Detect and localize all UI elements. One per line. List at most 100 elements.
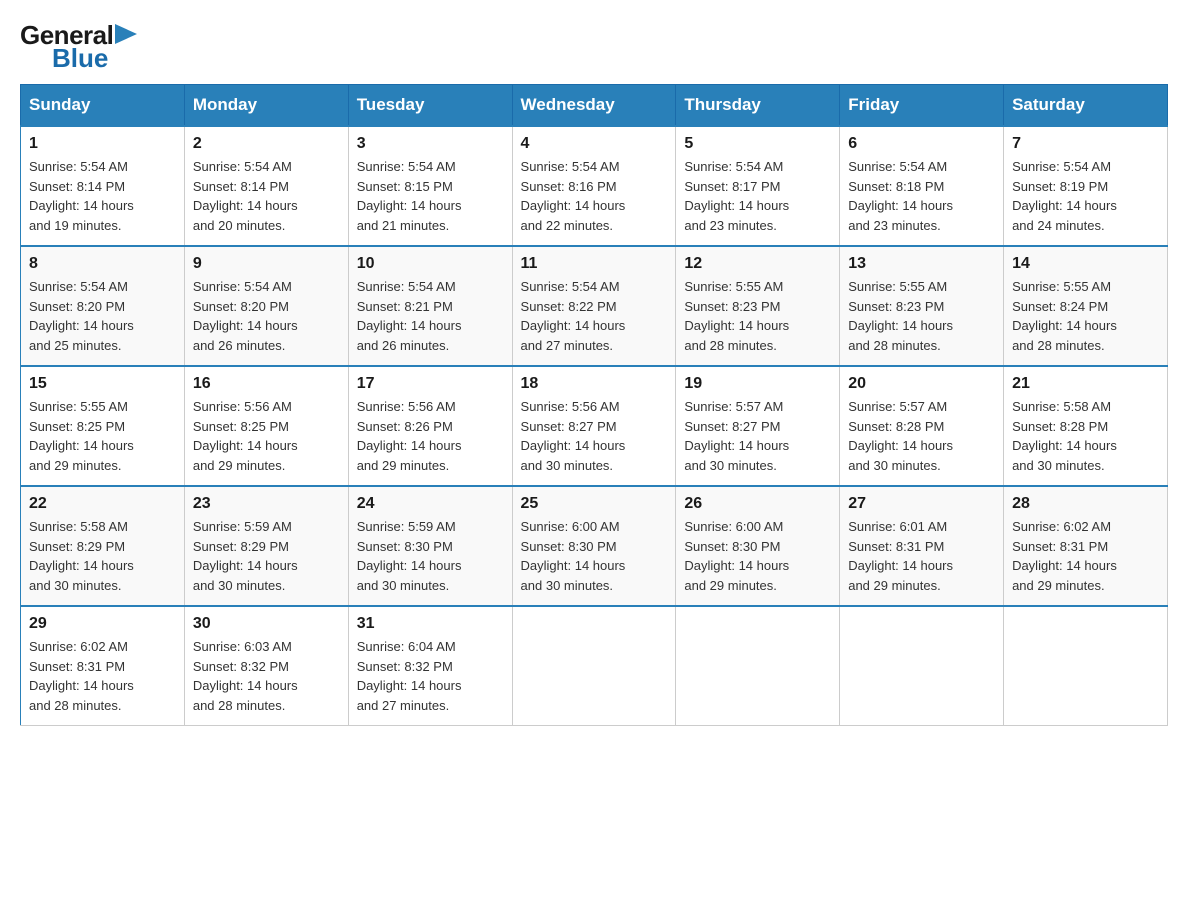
page-header: General Blue (20, 20, 1168, 74)
day-info: Sunrise: 5:55 AMSunset: 8:23 PMDaylight:… (848, 277, 995, 355)
day-info: Sunrise: 5:54 AMSunset: 8:20 PMDaylight:… (193, 277, 340, 355)
calendar-cell (1004, 606, 1168, 726)
day-number: 10 (357, 255, 504, 273)
calendar-week-row: 1 Sunrise: 5:54 AMSunset: 8:14 PMDaylight… (21, 126, 1168, 246)
column-header-saturday: Saturday (1004, 85, 1168, 127)
calendar-cell: 23 Sunrise: 5:59 AMSunset: 8:29 PMDayligh… (184, 486, 348, 606)
day-number: 5 (684, 135, 831, 153)
calendar-cell: 10 Sunrise: 5:54 AMSunset: 8:21 PMDayligh… (348, 246, 512, 366)
calendar-cell (676, 606, 840, 726)
calendar-cell: 21 Sunrise: 5:58 AMSunset: 8:28 PMDayligh… (1004, 366, 1168, 486)
day-info: Sunrise: 5:56 AMSunset: 8:25 PMDaylight:… (193, 397, 340, 475)
day-info: Sunrise: 6:01 AMSunset: 8:31 PMDaylight:… (848, 517, 995, 595)
column-header-tuesday: Tuesday (348, 85, 512, 127)
calendar-week-row: 8Sunrise: 5:54 AMSunset: 8:20 PMDaylight… (21, 246, 1168, 366)
day-number: 18 (521, 375, 668, 393)
calendar-cell: 31 Sunrise: 6:04 AMSunset: 8:32 PMDayligh… (348, 606, 512, 726)
calendar-week-row: 29 Sunrise: 6:02 AMSunset: 8:31 PMDayligh… (21, 606, 1168, 726)
day-info: Sunrise: 5:59 AMSunset: 8:29 PMDaylight:… (193, 517, 340, 595)
day-number: 26 (684, 495, 831, 513)
day-info: Sunrise: 6:04 AMSunset: 8:32 PMDaylight:… (357, 637, 504, 715)
day-number: 11 (521, 255, 668, 273)
calendar-cell: 13 Sunrise: 5:55 AMSunset: 8:23 PMDayligh… (840, 246, 1004, 366)
calendar-cell: 30 Sunrise: 6:03 AMSunset: 8:32 PMDayligh… (184, 606, 348, 726)
day-info: Sunrise: 5:54 AMSunset: 8:20 PMDaylight:… (29, 277, 176, 355)
day-number: 25 (521, 495, 668, 513)
day-number: 27 (848, 495, 995, 513)
column-header-friday: Friday (840, 85, 1004, 127)
day-number: 7 (1012, 135, 1159, 153)
column-header-sunday: Sunday (21, 85, 185, 127)
day-number: 4 (521, 135, 668, 153)
calendar-header-row: SundayMondayTuesdayWednesdayThursdayFrid… (21, 85, 1168, 127)
column-header-wednesday: Wednesday (512, 85, 676, 127)
day-number: 29 (29, 615, 176, 633)
day-number: 2 (193, 135, 340, 153)
day-number: 1 (29, 135, 176, 153)
day-number: 14 (1012, 255, 1159, 273)
day-number: 20 (848, 375, 995, 393)
calendar-cell: 19 Sunrise: 5:57 AMSunset: 8:27 PMDayligh… (676, 366, 840, 486)
day-number: 13 (848, 255, 995, 273)
calendar-cell (840, 606, 1004, 726)
day-number: 23 (193, 495, 340, 513)
day-info: Sunrise: 5:55 AMSunset: 8:23 PMDaylight:… (684, 277, 831, 355)
day-info: Sunrise: 5:54 AMSunset: 8:15 PMDaylight:… (357, 157, 504, 235)
calendar-cell: 3 Sunrise: 5:54 AMSunset: 8:15 PMDaylight… (348, 126, 512, 246)
day-number: 19 (684, 375, 831, 393)
logo-blue-text: Blue (52, 43, 108, 74)
day-info: Sunrise: 5:55 AMSunset: 8:25 PMDaylight:… (29, 397, 176, 475)
column-header-monday: Monday (184, 85, 348, 127)
day-info: Sunrise: 6:00 AMSunset: 8:30 PMDaylight:… (684, 517, 831, 595)
day-info: Sunrise: 5:56 AMSunset: 8:26 PMDaylight:… (357, 397, 504, 475)
day-info: Sunrise: 5:54 AMSunset: 8:19 PMDaylight:… (1012, 157, 1159, 235)
day-number: 12 (684, 255, 831, 273)
day-info: Sunrise: 5:54 AMSunset: 8:14 PMDaylight:… (193, 157, 340, 235)
calendar-cell: 25 Sunrise: 6:00 AMSunset: 8:30 PMDayligh… (512, 486, 676, 606)
day-number: 28 (1012, 495, 1159, 513)
day-info: Sunrise: 6:02 AMSunset: 8:31 PMDaylight:… (29, 637, 176, 715)
calendar-cell: 15 Sunrise: 5:55 AMSunset: 8:25 PMDayligh… (21, 366, 185, 486)
calendar-cell: 29 Sunrise: 6:02 AMSunset: 8:31 PMDayligh… (21, 606, 185, 726)
day-info: Sunrise: 5:56 AMSunset: 8:27 PMDaylight:… (521, 397, 668, 475)
day-number: 9 (193, 255, 340, 273)
calendar-cell: 20 Sunrise: 5:57 AMSunset: 8:28 PMDayligh… (840, 366, 1004, 486)
day-number: 3 (357, 135, 504, 153)
day-info: Sunrise: 6:03 AMSunset: 8:32 PMDaylight:… (193, 637, 340, 715)
day-info: Sunrise: 5:55 AMSunset: 8:24 PMDaylight:… (1012, 277, 1159, 355)
calendar-cell: 18 Sunrise: 5:56 AMSunset: 8:27 PMDayligh… (512, 366, 676, 486)
day-info: Sunrise: 5:57 AMSunset: 8:27 PMDaylight:… (684, 397, 831, 475)
day-info: Sunrise: 6:00 AMSunset: 8:30 PMDaylight:… (521, 517, 668, 595)
day-info: Sunrise: 5:58 AMSunset: 8:29 PMDaylight:… (29, 517, 176, 595)
day-number: 30 (193, 615, 340, 633)
day-number: 22 (29, 495, 176, 513)
calendar-cell: 24Sunrise: 5:59 AMSunset: 8:30 PMDayligh… (348, 486, 512, 606)
calendar-cell (512, 606, 676, 726)
day-number: 31 (357, 615, 504, 633)
day-info: Sunrise: 5:54 AMSunset: 8:21 PMDaylight:… (357, 277, 504, 355)
day-info: Sunrise: 5:54 AMSunset: 8:16 PMDaylight:… (521, 157, 668, 235)
calendar-cell: 27 Sunrise: 6:01 AMSunset: 8:31 PMDayligh… (840, 486, 1004, 606)
day-info: Sunrise: 5:54 AMSunset: 8:18 PMDaylight:… (848, 157, 995, 235)
day-number: 17 (357, 375, 504, 393)
day-info: Sunrise: 5:54 AMSunset: 8:14 PMDaylight:… (29, 157, 176, 235)
calendar-cell: 17 Sunrise: 5:56 AMSunset: 8:26 PMDayligh… (348, 366, 512, 486)
calendar-cell: 1 Sunrise: 5:54 AMSunset: 8:14 PMDaylight… (21, 126, 185, 246)
logo-arrow-icon (115, 24, 137, 44)
day-number: 21 (1012, 375, 1159, 393)
calendar-cell: 6 Sunrise: 5:54 AMSunset: 8:18 PMDaylight… (840, 126, 1004, 246)
calendar-table: SundayMondayTuesdayWednesdayThursdayFrid… (20, 84, 1168, 726)
calendar-week-row: 15 Sunrise: 5:55 AMSunset: 8:25 PMDayligh… (21, 366, 1168, 486)
day-info: Sunrise: 5:54 AMSunset: 8:17 PMDaylight:… (684, 157, 831, 235)
day-number: 6 (848, 135, 995, 153)
day-info: Sunrise: 5:57 AMSunset: 8:28 PMDaylight:… (848, 397, 995, 475)
calendar-cell: 26 Sunrise: 6:00 AMSunset: 8:30 PMDayligh… (676, 486, 840, 606)
day-number: 15 (29, 375, 176, 393)
calendar-cell: 16 Sunrise: 5:56 AMSunset: 8:25 PMDayligh… (184, 366, 348, 486)
calendar-cell: 7 Sunrise: 5:54 AMSunset: 8:19 PMDaylight… (1004, 126, 1168, 246)
calendar-cell: 4 Sunrise: 5:54 AMSunset: 8:16 PMDaylight… (512, 126, 676, 246)
day-info: Sunrise: 5:59 AMSunset: 8:30 PMDaylight:… (357, 517, 504, 595)
day-info: Sunrise: 5:58 AMSunset: 8:28 PMDaylight:… (1012, 397, 1159, 475)
calendar-cell: 22 Sunrise: 5:58 AMSunset: 8:29 PMDayligh… (21, 486, 185, 606)
day-number: 16 (193, 375, 340, 393)
